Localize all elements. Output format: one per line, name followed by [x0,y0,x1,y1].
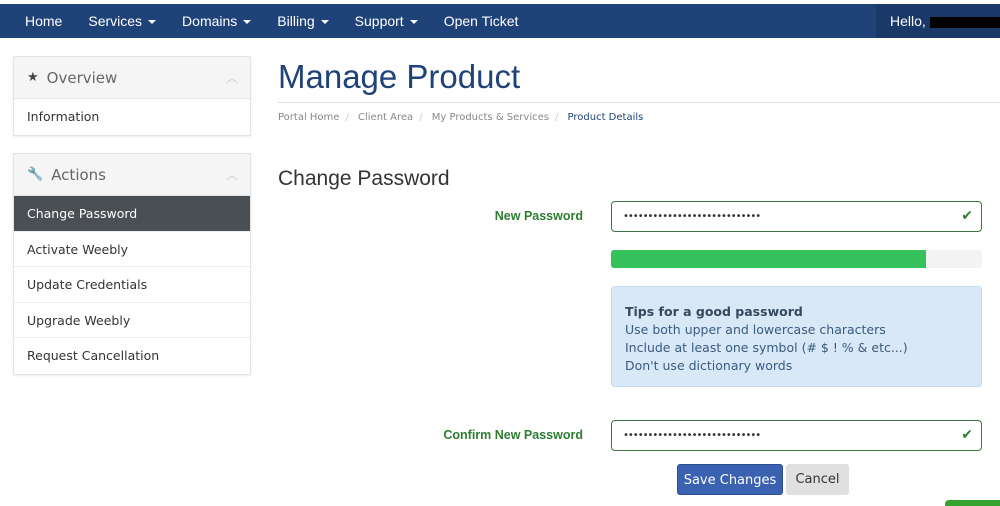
divider [278,102,1000,103]
caret-down-icon [243,20,252,25]
greeting: Hello, [890,13,926,29]
caret-down-icon [320,20,329,25]
nav-label: Domains [182,13,238,29]
wrench-icon: 🔧 [27,167,44,182]
new-password-label: New Password [494,209,583,223]
confirm-password-input[interactable]: •••••••••••••••••••••••••••• ✔ [611,420,982,451]
password-tips: Tips for a good password Use both upper … [611,286,982,387]
chevron-up-icon[interactable]: ︿ [226,166,238,183]
strength-fill [611,250,927,268]
tip: Don't use dictionary words [625,358,793,373]
breadcrumb: Portal Home / Client Area / My Products & … [278,112,644,123]
nav-domains[interactable]: Domains [169,4,264,38]
sidebar-item-activate-weebly[interactable]: Activate Weebly [14,232,250,267]
caret-down-icon [148,20,157,25]
sidebar-item-update-credentials[interactable]: Update Credentials [14,267,250,303]
password-value: •••••••••••••••••••••••••••• [623,211,761,222]
breadcrumb-client-area[interactable]: Client Area [358,112,413,123]
nav-label: Support [354,13,404,29]
actions-panel: 🔧 Actions ︿ Change Password Activate Weebl… [13,153,251,375]
top-nav: Home Services Domains Billing Support Op… [0,4,1000,38]
actions-header[interactable]: 🔧 Actions ︿ [14,154,250,196]
page-title: Manage Product [278,58,521,95]
nav-home[interactable]: Home [0,4,75,38]
confirm-password-label: Confirm New Password [443,428,583,442]
password-strength-bar [611,250,982,268]
cancel-button[interactable]: Cancel [786,464,849,495]
user-menu[interactable]: Hello, [876,4,1000,38]
tip: Include at least one symbol (# $ ! % & e… [625,340,908,355]
sidebar-item-upgrade-weebly[interactable]: Upgrade Weebly [14,303,250,338]
save-changes-button[interactable]: Save Changes [677,464,783,495]
nav-billing[interactable]: Billing [264,4,341,38]
nav-open-ticket[interactable]: Open Ticket [431,4,532,38]
breadcrumb-products[interactable]: My Products & Services [432,112,549,123]
password-value: •••••••••••••••••••••••••••• [623,430,761,441]
tip: Use both upper and lowercase characters [625,322,886,337]
sidebar-item-information[interactable]: Information [14,99,250,135]
overview-panel: ★ Overview ︿ Information [13,56,251,136]
section-heading: Change Password [278,167,450,190]
star-icon: ★ [27,70,39,85]
nav-services[interactable]: Services [75,4,169,38]
chevron-up-icon[interactable]: ︿ [226,69,238,86]
floating-button-edge[interactable] [945,500,1000,506]
new-password-input[interactable]: •••••••••••••••••••••••••••• ✔ [611,201,982,232]
overview-header[interactable]: ★ Overview ︿ [14,57,250,99]
nav-label: Services [88,13,143,29]
nav-support[interactable]: Support [342,4,431,38]
tips-title: Tips for a good password [625,304,803,319]
panel-title: Overview [46,68,118,87]
breadcrumb-current: Product Details [567,112,644,123]
breadcrumb-portal-home[interactable]: Portal Home [278,112,339,123]
sidebar-item-change-password[interactable]: Change Password [14,196,250,232]
check-icon: ✔ [961,208,973,224]
caret-down-icon [409,20,418,25]
sidebar-item-request-cancellation[interactable]: Request Cancellation [14,338,250,374]
check-icon: ✔ [961,427,973,443]
nav-label: Billing [277,13,315,29]
panel-title: Actions [51,165,106,184]
redacted-username [929,16,1000,28]
